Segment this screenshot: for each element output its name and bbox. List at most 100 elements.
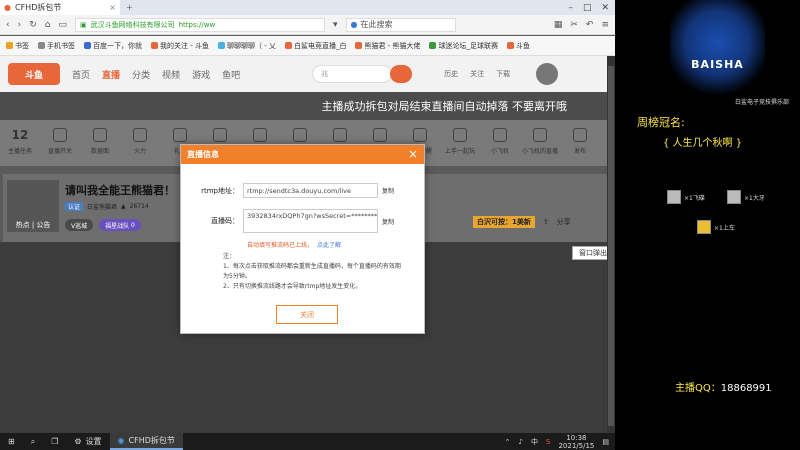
note-1: 1、每次点击获取推流码都会重新生成直播码，每个直播码的有效期为5分钟。 <box>223 263 401 280</box>
vip-button[interactable]: V巡城 <box>65 219 94 231</box>
tool-icon <box>213 128 227 142</box>
ime-icon[interactable]: S <box>546 438 550 446</box>
tray-up-icon[interactable]: ⌃ <box>505 438 511 446</box>
dialog-close-icon[interactable]: × <box>408 147 418 161</box>
undo-icon[interactable]: ↶ <box>586 20 594 30</box>
notes-title: 注： <box>223 253 236 260</box>
browser-search-field[interactable]: ● 在此搜索 <box>345 17 456 32</box>
menu-icon[interactable]: ≡ <box>601 20 609 30</box>
tool-item[interactable]: 发布 <box>560 128 600 155</box>
taskbar-browser[interactable]: ◉ CFHD拆包节 <box>109 433 183 450</box>
task-view-icon: ❐ <box>51 437 59 446</box>
gift-chip[interactable]: 白沢可按：1美新 <box>473 216 535 228</box>
copy-code-button[interactable]: 复制 <box>382 217 394 226</box>
tab-close-icon[interactable]: × <box>109 3 116 12</box>
history-icon[interactable]: 历史 <box>444 69 458 79</box>
club-button[interactable]: 福星战队 0 <box>99 219 141 231</box>
clock[interactable]: 10:38 2021/5/15 <box>558 434 594 450</box>
bookmark-item[interactable]: 聊聊聊聊（ - 乂 <box>217 41 276 51</box>
bookmark-item[interactable]: 斗鱼 <box>506 41 530 51</box>
tool-item[interactable] <box>240 128 280 142</box>
page-scrollbar[interactable] <box>607 56 615 433</box>
bookmark-item[interactable]: 百度一下，你就 <box>84 41 142 51</box>
bookmark-item[interactable]: 球迷论坛_足球联赛 <box>429 41 498 51</box>
site-search-button[interactable] <box>390 65 413 83</box>
copy-rtmp-button[interactable]: 复制 <box>382 186 394 195</box>
scissors-icon[interactable]: ✂ <box>570 20 578 30</box>
code-input[interactable]: 3932834rxDQPh7gn?wsSecret=********* <box>243 209 378 233</box>
nav-game[interactable]: 游戏 <box>192 68 210 81</box>
task-view-button[interactable]: ❐ <box>43 433 66 450</box>
taskbar-settings[interactable]: ⚙ 设置 <box>66 433 109 450</box>
tool-item[interactable]: 小飞机 <box>480 128 520 155</box>
download-icon[interactable]: 下载 <box>496 69 510 79</box>
phone-icon <box>38 42 45 49</box>
task-count-tool[interactable]: 12 主播任务 <box>0 128 40 155</box>
maximize-icon[interactable]: □ <box>583 3 592 13</box>
dialog-close-button[interactable]: 关闭 <box>276 305 338 324</box>
rtmp-input[interactable]: rtmp://sendtc3a.douyu.com/live <box>243 183 378 198</box>
nav-category[interactable]: 分类 <box>132 68 150 81</box>
nav-video[interactable]: 视频 <box>162 68 180 81</box>
new-tab-icon[interactable]: + <box>120 3 133 12</box>
nav-yuba[interactable]: 鱼吧 <box>222 68 240 81</box>
note-2: 2、只有切换推流线路才会导致rtmp地址发生变化。 <box>223 283 362 290</box>
bookmark-item[interactable]: 白鲨电竞直播_白 <box>284 41 346 51</box>
volume-icon[interactable]: ♪ <box>519 438 523 446</box>
fire-icon <box>133 128 147 142</box>
search-engine-icon: ● <box>350 20 358 29</box>
reader-icon[interactable]: ▭ <box>58 20 67 30</box>
douyu-icon <box>355 42 363 49</box>
back-icon[interactable]: ‹ <box>6 20 10 30</box>
browser-tab[interactable]: ● CFHD拆包节 × <box>0 0 120 15</box>
rank-name: { 人生几个秋啊 } <box>663 138 743 149</box>
user-avatar[interactable] <box>536 63 559 85</box>
tool-item[interactable]: 数据面 <box>80 128 120 155</box>
clock-time: 10:38 <box>566 433 587 442</box>
address-dropdown-icon[interactable]: ▾ <box>333 20 338 30</box>
douyu-icon <box>506 42 514 49</box>
tool-item[interactable] <box>280 128 320 142</box>
address-field[interactable]: ▣ 武汉斗鱼网络科技有限公司 https://ww <box>75 17 325 32</box>
follow-icon[interactable]: 关注 <box>470 69 484 79</box>
bilibili-icon <box>217 42 225 49</box>
douyu-logo[interactable]: 斗鱼 <box>8 63 60 85</box>
tool-item[interactable] <box>320 128 360 142</box>
start-button[interactable]: ⊞ <box>0 433 23 450</box>
streamer-qq: 主播QQ：18868991 <box>675 383 772 394</box>
room-cover-label[interactable]: 热点 | 公告 <box>7 220 59 230</box>
home-icon[interactable]: ⌂ <box>45 20 51 30</box>
site-search-input[interactable]: 兆 <box>312 65 393 83</box>
share-label[interactable]: 分享 <box>557 217 571 227</box>
nav-live[interactable]: 直播 <box>102 68 120 81</box>
forward-icon[interactable]: › <box>18 20 22 30</box>
nav-home[interactable]: 首页 <box>72 68 90 81</box>
notification-icon[interactable]: ▤ <box>602 438 609 446</box>
bookmark-item[interactable]: 我的关注 - 斗鱼 <box>151 41 209 51</box>
bookmark-item[interactable]: 熊猫君 - 熊猫大佬 <box>355 41 420 51</box>
ime-lang[interactable]: 中 <box>531 437 538 447</box>
stream-overlay-panel: BAISHA 白鲨电子竞技俱乐部 周榜冠名: { 人生几个秋啊 } ×1飞碟 ×… <box>615 0 800 433</box>
taskbar-search[interactable]: ⌕ <box>23 433 43 450</box>
tool-item[interactable]: 直播开关 <box>40 128 80 155</box>
share-icon[interactable]: ⇪ <box>543 218 549 226</box>
stats-icon <box>93 128 107 142</box>
tool-item[interactable] <box>360 128 400 142</box>
gift-item: ×1上车 <box>697 220 735 234</box>
tool-item[interactable]: 小飞机的直播 <box>520 128 560 155</box>
room-owner[interactable]: 白鲨熊猫君 <box>87 202 117 211</box>
tool-item[interactable]: 火力 <box>120 128 160 155</box>
tool-item[interactable]: 上手一起玩 <box>440 128 480 155</box>
minimize-icon[interactable]: – <box>568 3 573 13</box>
close-window-icon[interactable]: ✕ <box>601 3 609 13</box>
bookmark-item[interactable]: 手机书签 <box>38 41 75 51</box>
apps-grid-icon[interactable]: ▦ <box>554 20 563 30</box>
learn-more-link[interactable]: 点此了解 <box>317 240 341 249</box>
toolbar-icons: ▦ ✂ ↶ ≡ <box>554 20 615 30</box>
scrollbar-thumb[interactable] <box>608 66 614 426</box>
warn-text: 自动填写推流码已上线， <box>247 242 314 249</box>
room-title: 请叫我全能王熊猫君！ <box>65 184 175 197</box>
refresh-icon[interactable]: ↻ <box>29 20 37 30</box>
tool-item[interactable] <box>200 128 240 142</box>
bookmark-item[interactable]: 书签 <box>6 41 29 51</box>
